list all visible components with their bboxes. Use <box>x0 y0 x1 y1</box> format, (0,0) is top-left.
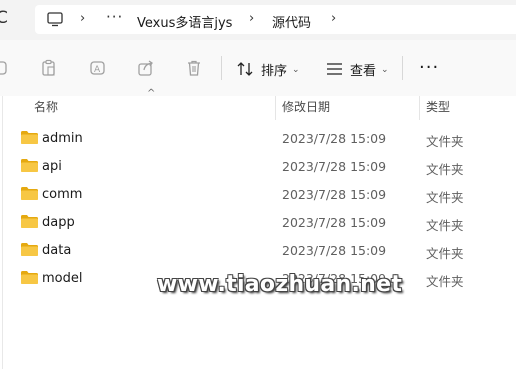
delete-icon[interactable] <box>185 59 203 77</box>
sort-ascending-icon: ^ <box>147 88 156 99</box>
file-type: 文件夹 <box>426 134 464 149</box>
folder-icon <box>21 271 38 284</box>
sort-icon <box>237 62 253 76</box>
this-pc-icon[interactable] <box>47 12 63 27</box>
rename-icon[interactable]: A <box>89 59 107 77</box>
column-divider[interactable] <box>419 96 420 120</box>
chevron-right-icon[interactable]: › <box>249 11 254 26</box>
toolbar-divider <box>402 56 403 80</box>
file-type: 文件夹 <box>426 274 464 289</box>
breadcrumb-overflow-button[interactable]: ··· <box>106 8 123 26</box>
breadcrumb[interactable]: › ··· Vexus多语言jys › 源代码 › <box>35 5 516 34</box>
column-headers: ^ 名称 修改日期 类型 <box>0 88 516 120</box>
file-type: 文件夹 <box>426 190 464 205</box>
column-header-type[interactable]: 类型 <box>426 98 450 115</box>
file-name: data <box>42 243 72 258</box>
list-item[interactable]: dapp 2023/7/28 15:09 文件夹 <box>0 210 516 238</box>
file-modified: 2023/7/28 15:09 <box>282 243 387 258</box>
chevron-down-icon: ⌄ <box>292 64 300 75</box>
file-name: admin <box>42 131 83 146</box>
sort-button[interactable]: 排序 ⌄ <box>237 59 300 79</box>
chevron-right-icon[interactable]: › <box>331 11 336 26</box>
refresh-icon[interactable]: C <box>0 8 8 28</box>
view-icon <box>327 63 342 75</box>
file-name: dapp <box>42 215 75 230</box>
share-icon[interactable] <box>137 59 155 77</box>
file-name: comm <box>42 187 83 202</box>
file-modified: 2023/7/28 15:09 <box>282 187 387 202</box>
folder-icon <box>21 131 38 144</box>
file-type: 文件夹 <box>426 246 464 261</box>
list-item[interactable]: admin 2023/7/28 15:09 文件夹 <box>0 126 516 154</box>
view-button[interactable]: 查看 ⌄ <box>326 59 389 79</box>
column-header-modified[interactable]: 修改日期 <box>282 98 330 115</box>
breadcrumb-item[interactable]: Vexus多语言jys <box>137 12 232 31</box>
file-modified: 2023/7/28 15:09 <box>282 159 387 174</box>
folder-icon <box>21 187 38 200</box>
list-item[interactable]: api 2023/7/28 15:09 文件夹 <box>0 154 516 182</box>
new-item-icon[interactable] <box>0 59 10 77</box>
folder-icon <box>21 243 38 256</box>
svg-text:A: A <box>94 65 101 75</box>
toolbar-divider <box>221 56 222 80</box>
command-bar: A 排序 ⌄ 查看 ⌄ ··· <box>0 40 516 96</box>
watermark: www.tiaozhuan.net <box>157 272 403 297</box>
file-type: 文件夹 <box>426 218 464 233</box>
folder-icon <box>21 215 38 228</box>
sort-label: 排序 <box>261 63 288 79</box>
list-item[interactable]: data 2023/7/28 15:09 文件夹 <box>0 238 516 266</box>
chevron-down-icon: ⌄ <box>381 64 389 75</box>
file-name: model <box>42 271 83 286</box>
list-item[interactable]: comm 2023/7/28 15:09 文件夹 <box>0 182 516 210</box>
column-header-name[interactable]: 名称 <box>34 98 58 115</box>
column-divider[interactable] <box>275 96 276 120</box>
file-modified: 2023/7/28 15:09 <box>282 131 387 146</box>
view-label: 查看 <box>350 63 377 79</box>
more-options-button[interactable]: ··· <box>419 59 439 77</box>
breadcrumb-item[interactable]: 源代码 <box>272 12 311 31</box>
file-name: api <box>42 159 62 174</box>
address-bar: C › ··· Vexus多语言jys › 源代码 › <box>0 0 516 40</box>
file-modified: 2023/7/28 15:09 <box>282 215 387 230</box>
paste-icon[interactable] <box>40 59 58 77</box>
chevron-right-icon[interactable]: › <box>80 11 85 26</box>
file-type: 文件夹 <box>426 162 464 177</box>
folder-icon <box>21 159 38 172</box>
